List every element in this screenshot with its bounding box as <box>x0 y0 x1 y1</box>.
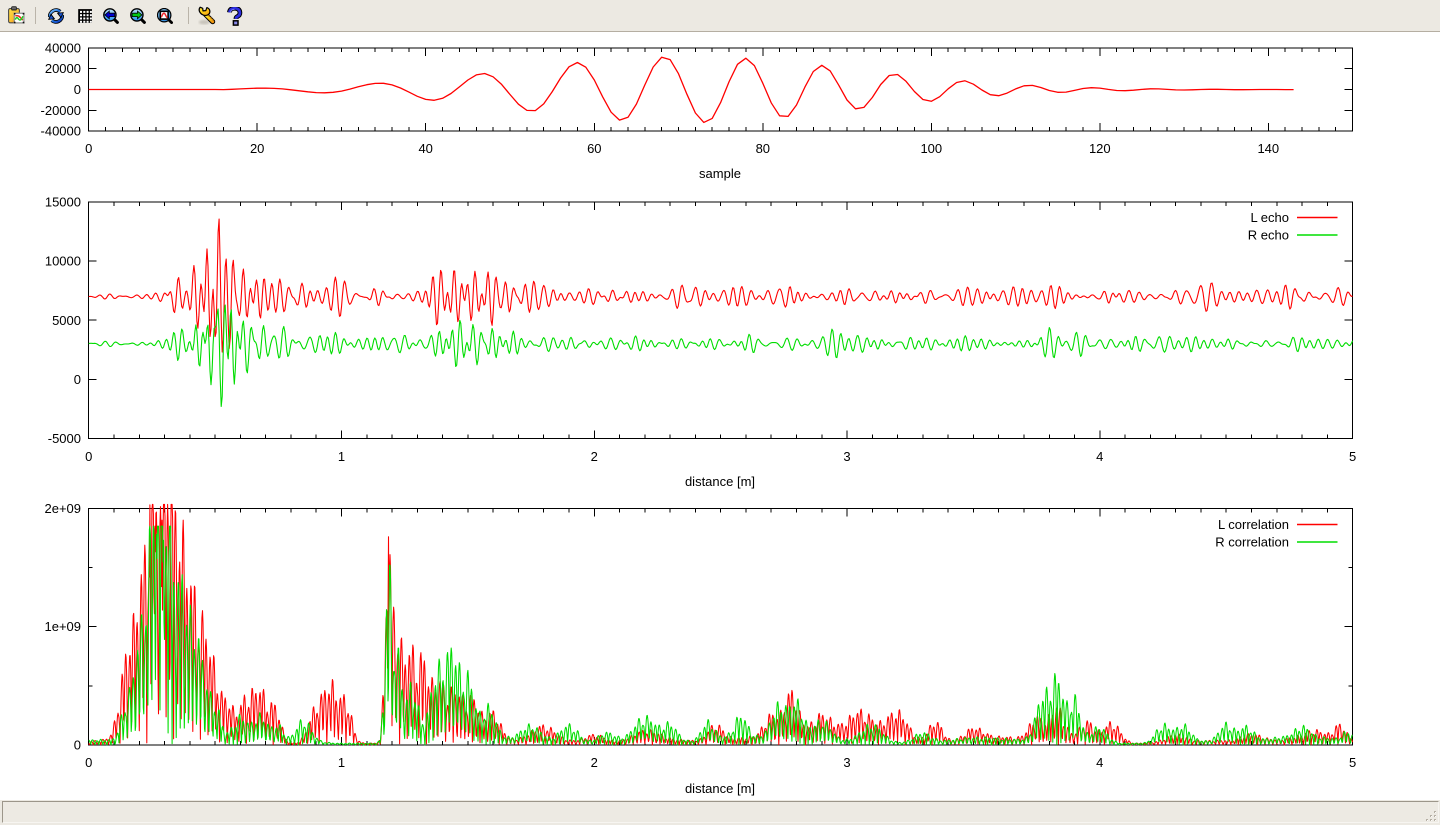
svg-text:5000: 5000 <box>52 313 81 328</box>
svg-text:-20000: -20000 <box>41 103 81 118</box>
svg-text:140: 140 <box>1257 141 1279 156</box>
svg-text:L correlation: L correlation <box>1218 517 1289 532</box>
svg-text:R correlation: R correlation <box>1215 535 1289 550</box>
svg-text:60: 60 <box>587 141 601 156</box>
svg-text:4: 4 <box>1096 755 1103 770</box>
svg-text:3: 3 <box>843 755 850 770</box>
svg-text:-5000: -5000 <box>48 431 81 446</box>
svg-text:20: 20 <box>250 141 264 156</box>
svg-text:4: 4 <box>1096 449 1103 464</box>
svg-text:0: 0 <box>85 141 92 156</box>
svg-text:1: 1 <box>338 755 345 770</box>
svg-text:2e+09: 2e+09 <box>44 501 81 516</box>
svg-text:distance [m]: distance [m] <box>685 781 755 796</box>
svg-text:distance [m]: distance [m] <box>685 474 755 489</box>
svg-text:5: 5 <box>1349 449 1356 464</box>
svg-text:sample: sample <box>699 166 741 181</box>
svg-text:80: 80 <box>756 141 770 156</box>
svg-text:1: 1 <box>338 449 345 464</box>
svg-text:-40000: -40000 <box>41 124 81 139</box>
svg-text:120: 120 <box>1089 141 1111 156</box>
svg-text:10000: 10000 <box>45 254 81 269</box>
svg-text:2: 2 <box>591 755 598 770</box>
svg-text:40: 40 <box>418 141 432 156</box>
svg-text:0: 0 <box>85 755 92 770</box>
svg-text:100: 100 <box>920 141 942 156</box>
svg-text:0: 0 <box>74 738 81 753</box>
svg-text:40000: 40000 <box>45 40 81 55</box>
svg-text:R echo: R echo <box>1248 228 1289 243</box>
svg-text:0: 0 <box>74 372 81 387</box>
svg-text:3: 3 <box>843 449 850 464</box>
svg-text:L echo: L echo <box>1250 210 1289 225</box>
svg-text:1e+09: 1e+09 <box>44 619 81 634</box>
svg-text:0: 0 <box>74 82 81 97</box>
svg-text:15000: 15000 <box>45 195 81 210</box>
svg-text:0: 0 <box>85 449 92 464</box>
svg-text:20000: 20000 <box>45 61 81 76</box>
svg-text:2: 2 <box>591 449 598 464</box>
svg-text:5: 5 <box>1349 755 1356 770</box>
